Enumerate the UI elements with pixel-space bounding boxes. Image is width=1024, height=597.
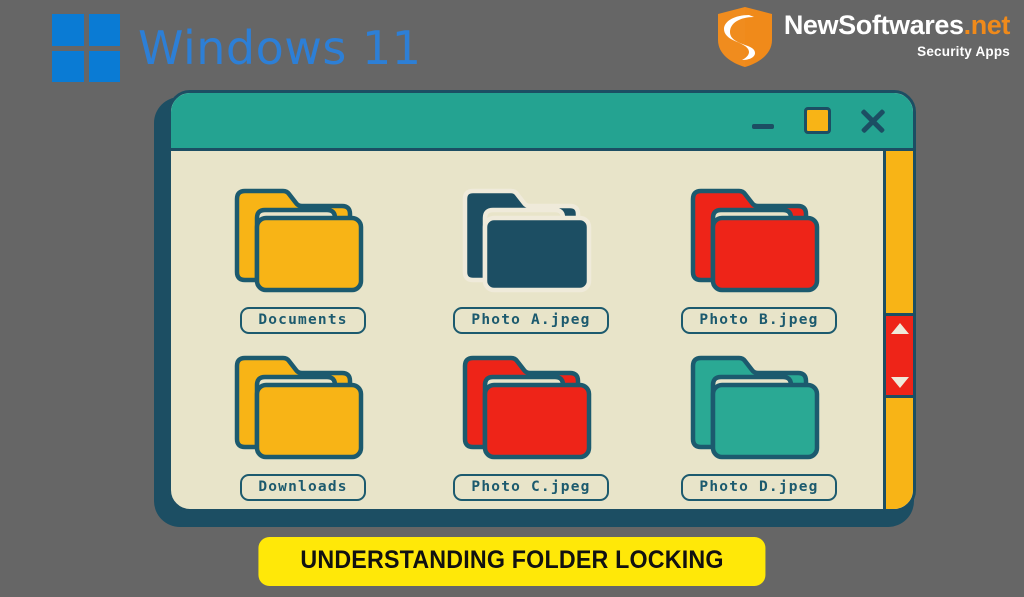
vendor-name: NewSoftwares.net: [783, 10, 1011, 40]
poster-canvas: Windows 11 NewSoftwares.net Security App…: [0, 0, 1024, 597]
file-label: Photo C.jpeg: [453, 474, 609, 501]
file-item[interactable]: Downloads: [189, 344, 417, 501]
vendor-wordmark: NewSoftwares.net Security Apps: [783, 6, 1011, 60]
caption-text: UNDERSTANDING FOLDER LOCKING: [300, 546, 724, 574]
vendor-name-main: NewSoftwares: [783, 10, 964, 40]
file-label: Photo B.jpeg: [681, 307, 837, 334]
vendor-name-tld: .net: [963, 10, 1011, 40]
folder-icon[interactable]: [229, 177, 377, 305]
file-label: Documents: [240, 307, 366, 334]
windows-brand: Windows 11: [52, 14, 422, 82]
window-body: Documents Photo A.jpeg Photo B.jpeg Down…: [171, 151, 913, 509]
minimize-button[interactable]: [750, 108, 776, 134]
file-item[interactable]: Photo A.jpeg: [417, 177, 645, 334]
window-titlebar: [171, 93, 913, 151]
file-explorer-window: Documents Photo A.jpeg Photo B.jpeg Down…: [168, 90, 916, 512]
folder-icon[interactable]: [685, 177, 833, 305]
vendor-tagline: Security Apps: [917, 44, 1010, 59]
shield-s-logo-icon: [717, 7, 772, 67]
caption-banner: UNDERSTANDING FOLDER LOCKING: [258, 537, 766, 586]
scroll-up-arrow-icon[interactable]: [890, 323, 909, 334]
folder-icon[interactable]: [457, 344, 605, 472]
file-label: Photo D.jpeg: [681, 474, 837, 501]
file-item[interactable]: Photo C.jpeg: [417, 344, 645, 501]
folder-icon[interactable]: [457, 177, 605, 305]
file-item[interactable]: Photo B.jpeg: [645, 177, 873, 334]
file-label: Photo A.jpeg: [453, 307, 609, 334]
file-pane: Documents Photo A.jpeg Photo B.jpeg Down…: [171, 151, 883, 509]
folder-icon[interactable]: [229, 344, 377, 472]
vendor-logo: NewSoftwares.net Security Apps: [716, 6, 1010, 68]
windows-title: Windows 11: [138, 21, 422, 75]
file-label: Downloads: [240, 474, 366, 501]
vertical-scrollbar[interactable]: [883, 151, 913, 509]
close-button[interactable]: [859, 107, 887, 135]
windows-logo-icon: [52, 14, 120, 82]
maximize-button[interactable]: [804, 107, 831, 134]
file-item[interactable]: Photo D.jpeg: [645, 344, 873, 501]
file-grid: Documents Photo A.jpeg Photo B.jpeg Down…: [189, 177, 873, 501]
scroll-down-arrow-icon[interactable]: [890, 377, 909, 388]
folder-icon[interactable]: [685, 344, 833, 472]
scrollbar-thumb[interactable]: [886, 313, 913, 398]
file-item[interactable]: Documents: [189, 177, 417, 334]
